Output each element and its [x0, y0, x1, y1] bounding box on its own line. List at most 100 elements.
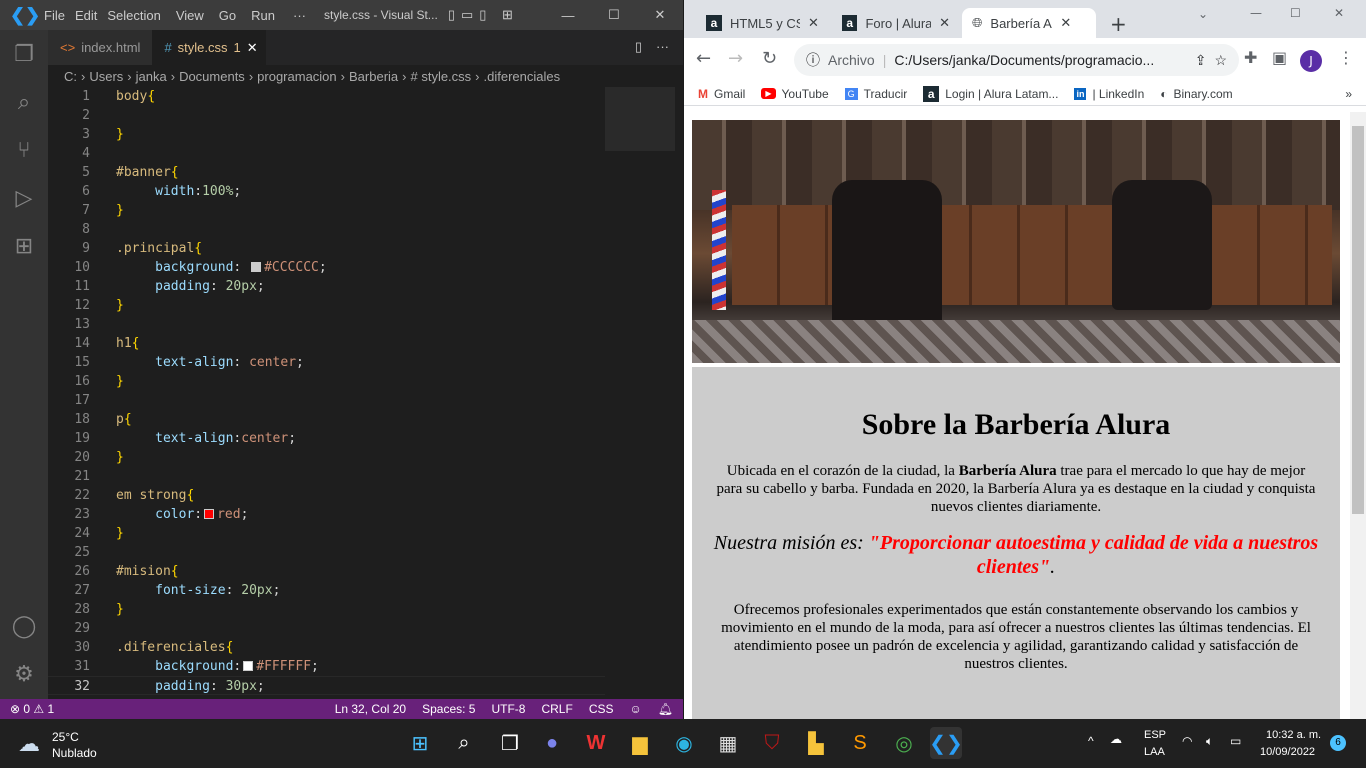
- source-control-icon[interactable]: ⑂: [0, 126, 48, 174]
- code-line[interactable]: 4: [48, 144, 605, 163]
- split-editor-icon[interactable]: ▯: [627, 30, 650, 65]
- tab-search-icon[interactable]: ⌄: [1198, 7, 1208, 21]
- wifi-icon[interactable]: ◠: [1182, 734, 1192, 748]
- run-debug-icon[interactable]: ▷: [0, 174, 48, 222]
- encoding[interactable]: UTF-8: [491, 702, 525, 716]
- bookmark-linkedin[interactable]: in | LinkedIn: [1074, 87, 1144, 101]
- tab-index-html[interactable]: <> index.html: [48, 30, 153, 65]
- code-line[interactable]: 11 padding: 20px;: [48, 277, 605, 296]
- sublime-text-icon[interactable]: S: [844, 727, 876, 759]
- vscode-taskbar-icon[interactable]: ❮❯: [929, 727, 963, 759]
- scrollbar-thumb[interactable]: [1352, 126, 1364, 514]
- notifications-bell-icon[interactable]: 🔔︎: [658, 702, 673, 716]
- extensions-icon[interactable]: ✚: [1244, 48, 1257, 67]
- code-editor[interactable]: 1 body{2 3} 4 5 #banner{6 width:100%; 7} 8 9 .pri…: [48, 87, 605, 699]
- code-line[interactable]: 3}: [48, 125, 605, 144]
- input-layout[interactable]: LAA: [1144, 746, 1165, 758]
- close-tab-icon[interactable]: ✕: [939, 15, 950, 31]
- feedback-icon[interactable]: ☺: [630, 702, 642, 716]
- close-tab-icon[interactable]: ✕: [808, 15, 819, 31]
- close-button[interactable]: ✕: [1334, 6, 1344, 20]
- code-line[interactable]: 28}: [48, 600, 605, 619]
- browser-tab-active[interactable]: 🌐︎ Barbería Alura ✕: [962, 8, 1096, 38]
- code-line[interactable]: 24}: [48, 524, 605, 543]
- windows-start-icon[interactable]: ⊞: [404, 727, 436, 759]
- breadcrumb-item[interactable]: .diferenciales: [484, 69, 561, 84]
- weather-description[interactable]: Nublado: [52, 746, 97, 760]
- more-actions-icon[interactable]: ···: [650, 30, 683, 65]
- code-line[interactable]: 29: [48, 619, 605, 638]
- code-line[interactable]: 1 body{: [48, 87, 605, 106]
- maximize-button[interactable]: ☐: [1290, 6, 1301, 20]
- menu-view[interactable]: View: [176, 8, 204, 23]
- breadcrumb-item[interactable]: Users: [89, 69, 123, 84]
- search-icon[interactable]: ⌕: [448, 727, 480, 759]
- bookmark-gmail[interactable]: M Gmail: [698, 87, 745, 101]
- mcafee-icon[interactable]: ⛉: [756, 727, 788, 759]
- explorer-icon[interactable]: ❐: [0, 30, 48, 78]
- menu-run[interactable]: Run: [251, 8, 275, 23]
- breadcrumb-item[interactable]: Documents: [179, 69, 245, 84]
- minimize-button[interactable]: —: [545, 8, 591, 23]
- task-view-icon[interactable]: ❐: [494, 727, 526, 759]
- address-bar[interactable]: ⓘ Archivo | C:/Users/janka/Documents/pro…: [794, 44, 1239, 76]
- breadcrumb-item[interactable]: programacion: [257, 69, 337, 84]
- code-line[interactable]: 6 width:100%;: [48, 182, 605, 201]
- code-line[interactable]: 21: [48, 467, 605, 486]
- bookmark-alura-login[interactable]: a Login | Alura Latam...: [923, 85, 1058, 102]
- bookmark-traducir[interactable]: G Traducir: [844, 87, 907, 101]
- code-line[interactable]: 30 .diferenciales{: [48, 638, 605, 657]
- color-swatch[interactable]: [243, 661, 254, 671]
- code-line[interactable]: 25: [48, 543, 605, 562]
- maximize-button[interactable]: ☐: [591, 7, 637, 23]
- bookmark-youtube[interactable]: ▶ YouTube: [761, 87, 829, 101]
- account-icon[interactable]: ◯: [0, 602, 48, 650]
- teams-chat-icon[interactable]: ●: [536, 727, 568, 759]
- chrome-icon[interactable]: ◎: [888, 727, 920, 759]
- code-line[interactable]: 15 text-align: center;: [48, 353, 605, 372]
- breadcrumb-item[interactable]: Barberia: [349, 69, 398, 84]
- color-swatch[interactable]: [204, 509, 215, 519]
- code-line[interactable]: 10 background: #CCCCCC;: [48, 258, 605, 277]
- code-line[interactable]: 8: [48, 220, 605, 239]
- bookmark-star-icon[interactable]: ☆: [1214, 52, 1227, 69]
- cursor-position[interactable]: Ln 32, Col 20: [335, 702, 406, 716]
- close-button[interactable]: ✕: [637, 7, 683, 23]
- back-icon[interactable]: ←: [696, 48, 711, 69]
- menu-go[interactable]: Go: [219, 8, 236, 23]
- microsoft-store-icon[interactable]: ▦: [712, 727, 744, 759]
- share-icon[interactable]: ⇪: [1195, 52, 1207, 69]
- minimize-button[interactable]: —: [1250, 6, 1262, 20]
- side-panel-icon[interactable]: ▣: [1272, 48, 1287, 67]
- onedrive-folder-icon[interactable]: ▙: [800, 727, 832, 759]
- line-ending[interactable]: CRLF: [541, 702, 572, 716]
- code-line[interactable]: 14 h1{: [48, 334, 605, 353]
- volume-icon[interactable]: 🔈︎: [1206, 734, 1213, 749]
- code-line[interactable]: 5 #banner{: [48, 163, 605, 182]
- search-icon[interactable]: ⌕: [0, 78, 48, 126]
- indentation[interactable]: Spaces: 5: [422, 702, 475, 716]
- onedrive-cloud-icon[interactable]: ☁: [1110, 732, 1122, 746]
- code-line[interactable]: 22 em strong{: [48, 486, 605, 505]
- language-mode[interactable]: CSS: [589, 702, 614, 716]
- settings-gear-icon[interactable]: ⚙: [0, 650, 48, 698]
- menu-more[interactable]: ···: [293, 8, 306, 23]
- code-line[interactable]: 2: [48, 106, 605, 125]
- show-hidden-icons[interactable]: ^: [1088, 734, 1094, 748]
- extensions-icon[interactable]: ⊞: [0, 222, 48, 270]
- code-line[interactable]: 32 padding: 30px;: [48, 676, 605, 695]
- code-line[interactable]: 12}: [48, 296, 605, 315]
- page-scrollbar[interactable]: [1350, 112, 1366, 719]
- wps-office-icon[interactable]: W: [580, 727, 612, 759]
- file-explorer-icon[interactable]: ▆: [624, 727, 656, 759]
- code-line[interactable]: 13: [48, 315, 605, 334]
- clock-date[interactable]: 10/09/2022: [1260, 746, 1315, 758]
- code-line[interactable]: 19 text-align:center;: [48, 429, 605, 448]
- more-bookmarks-icon[interactable]: »: [1345, 87, 1352, 101]
- code-line[interactable]: 26 #mision{: [48, 562, 605, 581]
- problems-indicator[interactable]: ⊗ 0 ⚠ 1: [10, 702, 54, 716]
- color-swatch[interactable]: [251, 262, 262, 272]
- minimap[interactable]: [605, 87, 683, 699]
- code-line[interactable]: 18 p{: [48, 410, 605, 429]
- notification-badge[interactable]: 6: [1330, 735, 1346, 751]
